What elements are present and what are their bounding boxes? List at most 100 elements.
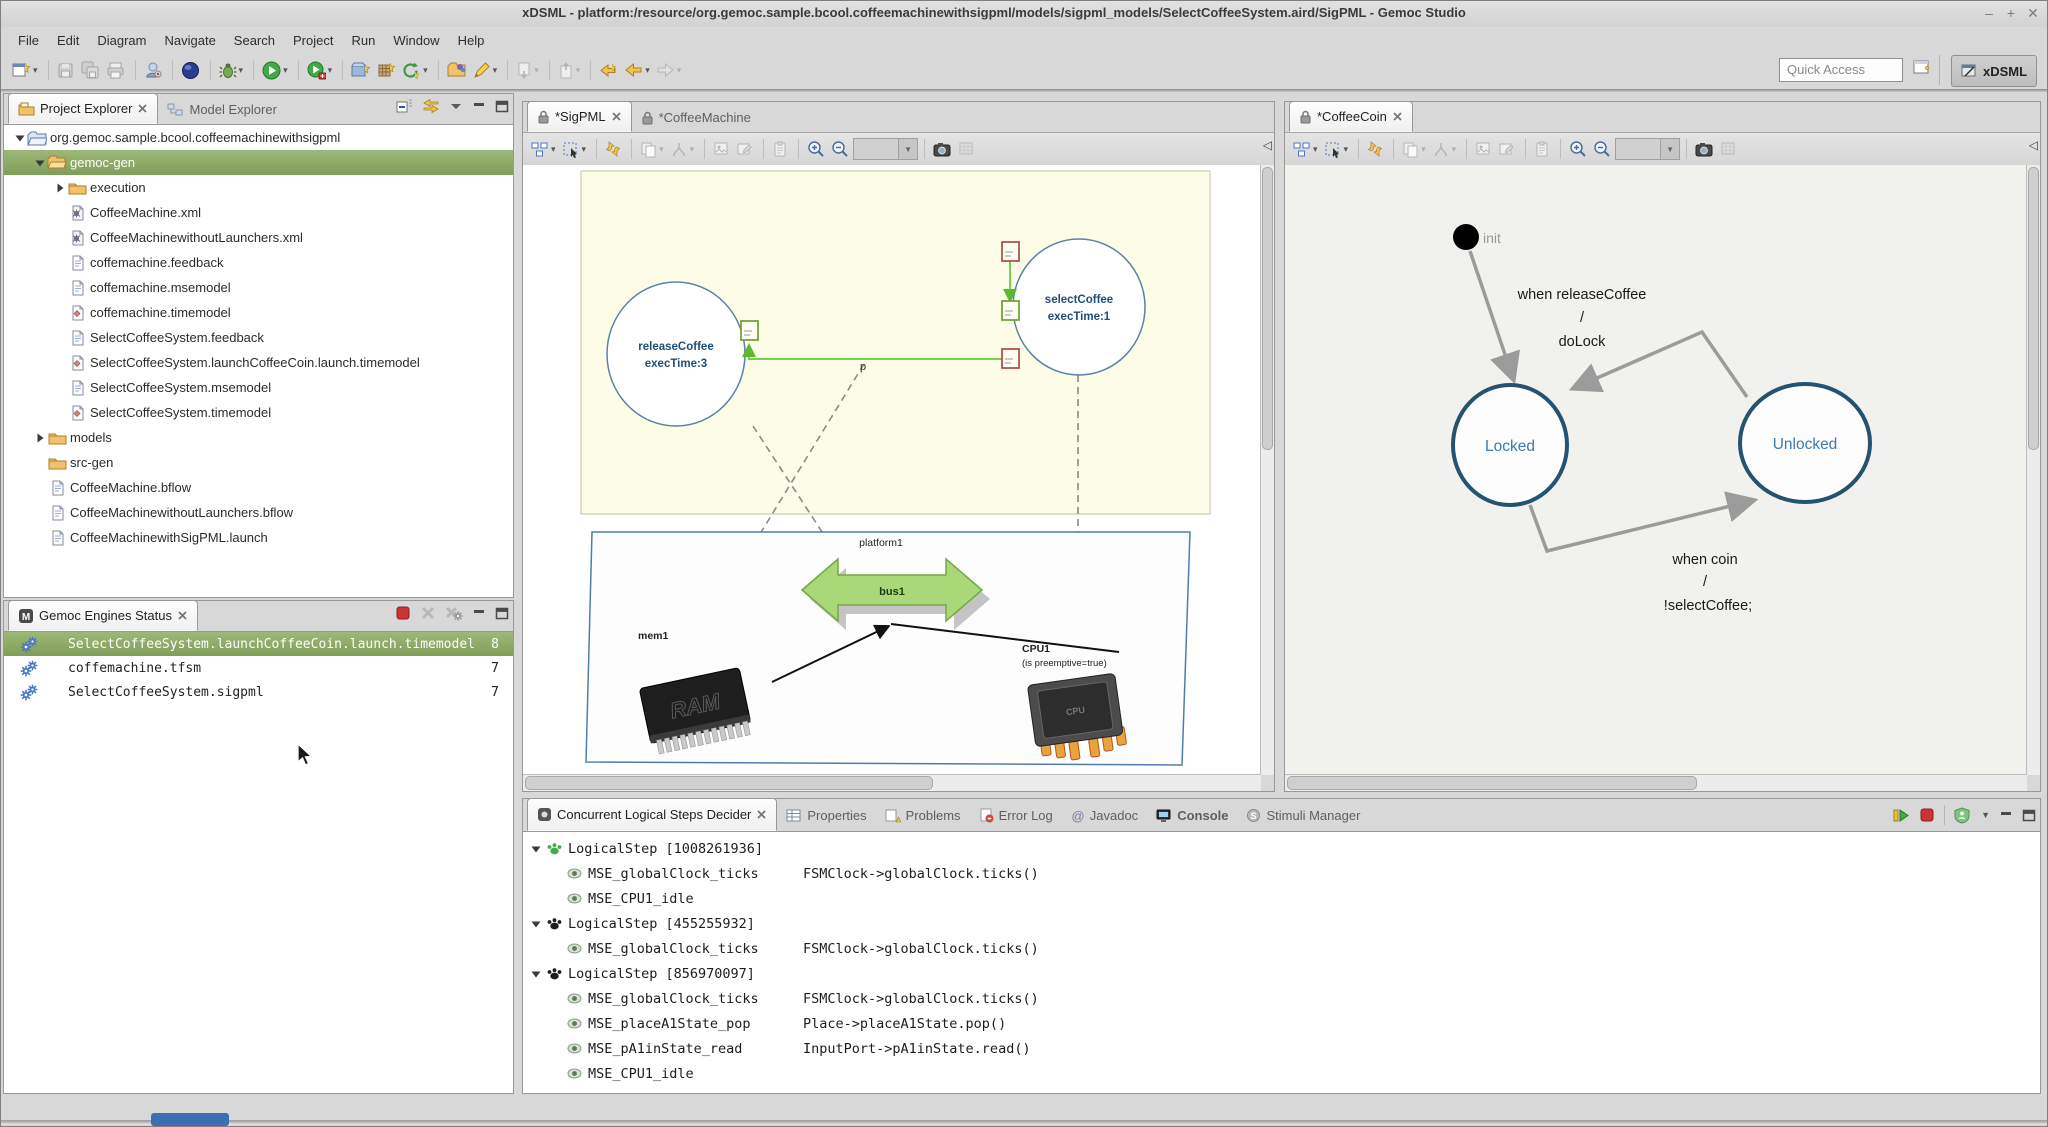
view-tab-concurrent-logical-steps-decider[interactable]: Concurrent Logical Steps Decider (527, 798, 777, 831)
zoom-out-button[interactable] (1591, 136, 1613, 162)
tree-item-org-gemoc-sample-bcool-coffeemachinewithsigpml[interactable]: org.gemoc.sample.bcool.coffeemachinewith… (4, 125, 513, 150)
dropdown-icon[interactable]: ▾ (645, 65, 650, 76)
maximize-view-icon[interactable] (495, 100, 509, 113)
collapse-toolbar-icon[interactable]: ◁ (2029, 138, 2038, 152)
minimize-view-icon[interactable] (472, 607, 486, 619)
expand-icon[interactable] (530, 919, 542, 929)
tab-project-explorer[interactable]: Project Explorer (8, 93, 158, 124)
transition-dolock-label[interactable]: when releaseCoffee / doLock (1517, 287, 1647, 350)
open-perspective-icon[interactable] (1913, 59, 1931, 81)
sash[interactable] (1275, 101, 1284, 792)
external-tools-button[interactable] (142, 57, 164, 83)
run-button[interactable]: ▾ (260, 57, 290, 83)
tree-item-selectcoffeesystem-timemodel[interactable]: SelectCoffeeSystem.timemodel (4, 400, 513, 425)
sigpml-canvas[interactable]: releaseCoffee execTime:3 selectCoffee ex… (523, 165, 1261, 775)
dropdown-icon[interactable]: ▾ (283, 65, 288, 76)
agent-releaseCoffee[interactable]: releaseCoffee execTime:3 (607, 282, 745, 426)
new-project-button[interactable] (349, 57, 373, 83)
tree-item-coffemachine-msemodel[interactable]: coffemachine.msemodel (4, 275, 513, 300)
tab-model-explorer[interactable]: Model Explorer (158, 95, 285, 124)
state-locked[interactable]: Locked (1453, 385, 1567, 505)
engine-row[interactable]: SelectCoffeeSystem.launchCoffeeCoin.laun… (4, 632, 513, 656)
maximize-view-icon[interactable] (495, 607, 509, 620)
initial-state[interactable]: init (1453, 224, 1501, 250)
mse-row[interactable]: MSE_globalClock_ticksFSMClock->globalClo… (523, 861, 2040, 886)
sash[interactable] (514, 93, 522, 1094)
initial-transition[interactable] (1470, 251, 1514, 381)
tree-item-models[interactable]: models (4, 425, 513, 450)
run-config-button[interactable]: ▾ (305, 57, 335, 83)
agent-selectCoffee[interactable]: selectCoffee execTime:1 (1013, 239, 1145, 375)
zoom-level-combo[interactable]: ▼ (1615, 138, 1680, 160)
engine-row[interactable]: SelectCoffeeSystem.sigpml7 (4, 680, 513, 704)
minimize-button[interactable]: – (1979, 3, 1999, 23)
transition-coin-label[interactable]: when coin / !selectCoffee; (1664, 552, 1752, 614)
menu-item-project[interactable]: Project (284, 30, 342, 51)
zoom-in-button[interactable] (1567, 136, 1589, 162)
menu-item-diagram[interactable]: Diagram (88, 30, 155, 51)
tree-item-selectcoffeesystem-msemodel[interactable]: SelectCoffeeSystem.msemodel (4, 375, 513, 400)
menu-item-edit[interactable]: Edit (48, 30, 88, 51)
back-button[interactable]: ▾ (622, 57, 652, 83)
menu-item-navigate[interactable]: Navigate (155, 30, 224, 51)
tree-item-coffeemachinewithsigpml-launch[interactable]: CoffeeMachinewithSigPML.launch (4, 525, 513, 550)
tree-item-coffemachine-feedback[interactable]: coffemachine.feedback (4, 250, 513, 275)
coffeecoin-canvas[interactable]: init when releaseCoffee / doLock when co… (1285, 165, 2027, 775)
maximize-view-icon[interactable] (2022, 809, 2036, 822)
dropdown-icon[interactable]: ▾ (1344, 144, 1349, 155)
dropdown-icon[interactable]: ▾ (582, 144, 587, 155)
zoom-in-button[interactable] (805, 136, 827, 162)
stop-engine-icon[interactable] (395, 605, 411, 621)
mse-row[interactable]: MSE_globalClock_ticksFSMClock->globalClo… (523, 986, 2040, 1011)
view-tab-console[interactable]: Console (1147, 800, 1237, 831)
chevron-down-icon[interactable]: ▼ (1981, 810, 1990, 820)
mse-row[interactable]: MSE_CPU1_idle (523, 886, 2040, 911)
snapshot-button[interactable] (931, 136, 954, 162)
engine-row[interactable]: coffemachine.tfsm7 (4, 656, 513, 680)
dropdown-icon[interactable]: ▾ (534, 65, 539, 76)
logical-step-row[interactable]: LogicalStep [455255932] (523, 911, 2040, 936)
refresh-diagram-button[interactable] (1365, 136, 1385, 162)
vertical-scrollbar[interactable] (2026, 165, 2040, 775)
close-icon[interactable] (177, 610, 188, 621)
dropdown-icon[interactable]: ▾ (239, 65, 244, 76)
selection-mode-button[interactable]: ▾ (1322, 136, 1351, 162)
snapshot-button[interactable] (1693, 136, 1716, 162)
editor-tab-coffeemachine[interactable]: *CoffeeMachine (632, 103, 760, 132)
close-icon[interactable] (611, 111, 622, 122)
new-wizard-button[interactable]: ▾ (9, 57, 40, 83)
debug-button[interactable]: ▾ (217, 57, 246, 83)
view-tab-error-log[interactable]: Error Log (970, 800, 1062, 831)
close-button[interactable]: ✕ (2023, 3, 2043, 23)
dropdown-icon[interactable]: ▾ (690, 144, 695, 155)
state-unlocked[interactable]: Unlocked (1740, 384, 1870, 502)
sash[interactable] (522, 792, 2041, 798)
quick-access-input[interactable]: Quick Access (1779, 58, 1903, 82)
horizontal-scrollbar[interactable] (523, 774, 1261, 791)
decider-shield-icon[interactable] (1954, 807, 1970, 824)
edge-label[interactable]: p (860, 361, 866, 373)
stop-icon[interactable] (1919, 807, 1935, 823)
close-icon[interactable] (137, 103, 148, 114)
view-tab-properties[interactable]: Properties (777, 800, 875, 831)
annotate-button[interactable]: ▾ (471, 57, 500, 83)
mem-label[interactable]: mem1 (638, 630, 669, 642)
tree-item-execution[interactable]: execution (4, 175, 513, 200)
dropdown-icon[interactable]: ▾ (659, 144, 664, 155)
tree-item-selectcoffeesystem-feedback[interactable]: SelectCoffeeSystem.feedback (4, 325, 513, 350)
menu-item-help[interactable]: Help (449, 30, 494, 51)
dropdown-icon[interactable]: ▾ (551, 144, 556, 155)
dropdown-icon[interactable]: ▾ (493, 65, 498, 76)
close-icon[interactable] (1392, 111, 1403, 122)
layout-button[interactable]: ▾ (1291, 136, 1320, 162)
dropdown-icon[interactable]: ▾ (1421, 144, 1426, 155)
step-execution-icon[interactable] (1892, 808, 1910, 823)
dropdown-icon[interactable]: ▾ (328, 65, 333, 76)
menu-item-search[interactable]: Search (225, 30, 284, 51)
dropdown-icon[interactable]: ▾ (1313, 144, 1318, 155)
minimize-view-icon[interactable] (1999, 809, 2013, 821)
tree-item-gemoc-gen[interactable]: gemoc-gen (4, 150, 513, 175)
open-resource-button[interactable] (445, 57, 469, 83)
expand-icon[interactable] (530, 844, 542, 854)
collapse-toolbar-icon[interactable]: ◁ (1263, 138, 1272, 152)
